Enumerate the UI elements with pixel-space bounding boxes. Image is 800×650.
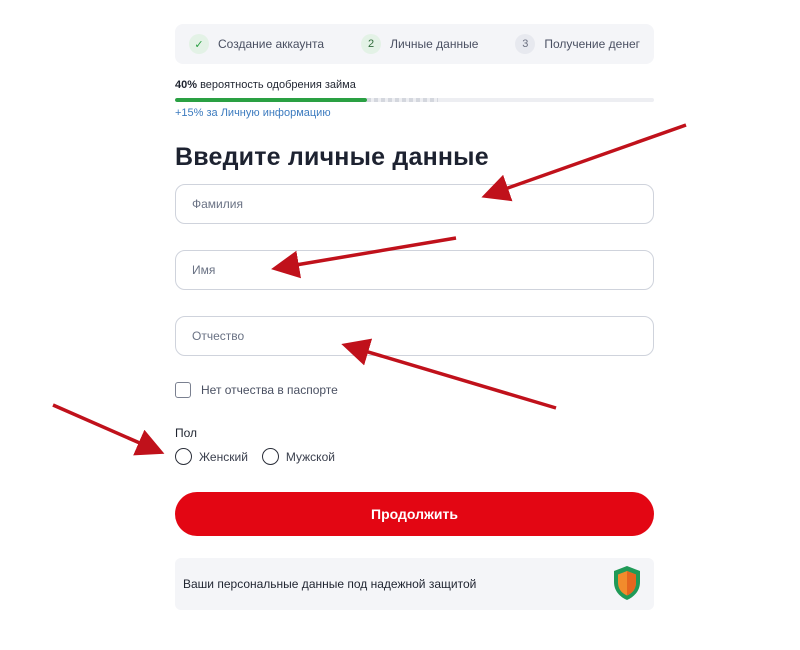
gender-female-label: Женский bbox=[199, 449, 248, 464]
no-patronymic-row[interactable]: Нет отчества в паспорте bbox=[175, 382, 654, 398]
step-number: 2 bbox=[361, 34, 382, 54]
security-note: Ваши персональные данные под надежной за… bbox=[175, 558, 654, 610]
check-icon: ✓ bbox=[189, 34, 209, 54]
step-label: Личные данные bbox=[390, 37, 479, 51]
step-get-money: 3 Получение денег bbox=[515, 34, 640, 54]
gender-option-male[interactable]: Мужской bbox=[261, 448, 335, 465]
approval-probability: 40% вероятность одобрения займа bbox=[175, 79, 654, 91]
stepper: ✓ Создание аккаунта 2 Личные данные 3 По… bbox=[175, 24, 654, 64]
no-patronymic-label: Нет отчества в паспорте bbox=[201, 383, 338, 397]
step-number: 3 bbox=[515, 34, 536, 54]
page-title: Введите личные данные bbox=[175, 143, 489, 171]
gender-male-radio[interactable] bbox=[261, 448, 279, 465]
approval-percent: 40% bbox=[175, 79, 198, 91]
approval-progress-fill bbox=[175, 98, 367, 102]
shield-icon bbox=[612, 565, 642, 604]
gender-option-female[interactable]: Женский bbox=[175, 448, 248, 465]
step-account-created: ✓ Создание аккаунта bbox=[189, 34, 324, 54]
personal-data-form: ✓ Создание аккаунта 2 Личные данные 3 По… bbox=[175, 24, 654, 610]
gender-female-radio[interactable] bbox=[175, 448, 192, 465]
patronymic-field[interactable] bbox=[175, 316, 654, 356]
security-note-text: Ваши персональные данные под надежной за… bbox=[183, 577, 477, 591]
step-label: Получение денег bbox=[544, 37, 640, 51]
step-label: Создание аккаунта bbox=[218, 37, 325, 51]
gender-radio-group: Женский Мужской bbox=[175, 448, 654, 465]
no-patronymic-checkbox[interactable] bbox=[175, 382, 191, 398]
patronymic-input[interactable] bbox=[190, 328, 639, 344]
name-input[interactable] bbox=[190, 262, 639, 278]
name-field[interactable] bbox=[175, 250, 654, 290]
approval-progress-bonus bbox=[366, 98, 439, 102]
surname-field[interactable] bbox=[175, 184, 654, 224]
approval-progress-bar bbox=[175, 98, 654, 102]
gender-male-label: Мужской bbox=[285, 449, 335, 464]
step-personal-data: 2 Личные данные bbox=[361, 34, 478, 54]
continue-button[interactable]: Продолжить bbox=[175, 492, 654, 536]
approval-bonus-text: +15% за Личную информацию bbox=[175, 107, 331, 119]
gender-label: Пол bbox=[175, 426, 198, 440]
approval-text: вероятность одобрения займа bbox=[197, 79, 356, 91]
surname-input[interactable] bbox=[190, 196, 639, 212]
annotation-arrow-gender bbox=[52, 403, 165, 456]
